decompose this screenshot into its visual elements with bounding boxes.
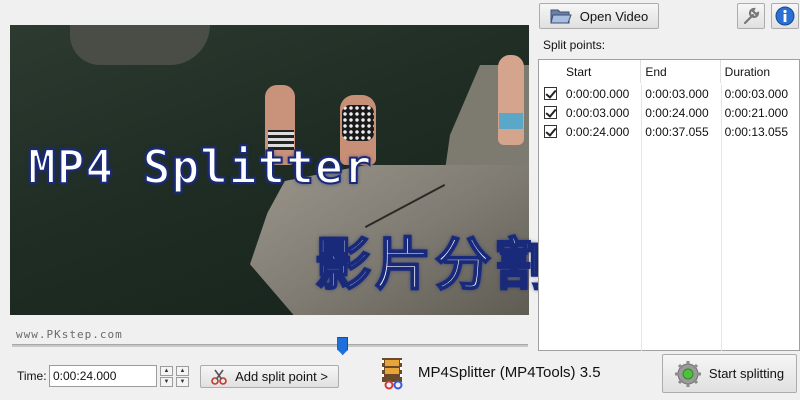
list-header: Start End Duration <box>539 60 799 84</box>
table-row[interactable]: 0:00:24.000 0:00:37.055 0:00:13.055 <box>539 122 799 141</box>
add-split-point-button[interactable]: Add split point > <box>200 365 339 388</box>
table-row[interactable]: 0:00:03.000 0:00:24.000 0:00:21.000 <box>539 103 799 122</box>
open-video-label: Open Video <box>579 8 649 24</box>
film-scissors-icon <box>382 358 403 390</box>
split-points-list[interactable]: Start End Duration 0:00:00.000 0:00:03.0… <box>538 59 800 352</box>
overlay-title: MP4 Splitter <box>27 139 373 195</box>
start-splitting-label: Start splitting <box>708 366 785 381</box>
cell-duration: 0:00:13.055 <box>724 124 789 139</box>
spin-down-icon[interactable]: ▼ <box>160 377 173 387</box>
open-video-button[interactable]: Open Video <box>539 3 659 29</box>
split-points-label: Split points: <box>543 38 606 52</box>
start-splitting-button[interactable]: Start splitting <box>662 354 797 393</box>
column-header-end[interactable]: End <box>641 60 721 83</box>
column-header-start[interactable]: Start <box>539 60 642 83</box>
spin-up-icon[interactable]: ▲ <box>176 366 189 376</box>
row-checkbox[interactable] <box>544 125 557 138</box>
folder-open-icon <box>550 9 572 24</box>
info-icon <box>775 6 795 26</box>
gear-go-icon <box>674 360 701 387</box>
cell-end: 0:00:24.000 <box>645 105 709 120</box>
app-name: MP4Splitter (MP4Tools) 3.5 <box>418 364 601 381</box>
row-checkbox[interactable] <box>544 106 557 119</box>
swimsuit <box>499 113 523 129</box>
cell-start: 0:00:03.000 <box>565 105 630 120</box>
spin-up-icon[interactable]: ▲ <box>160 366 173 376</box>
watermark: www.PKstep.com <box>16 328 123 341</box>
wrench-icon <box>743 7 760 25</box>
seek-bar[interactable] <box>12 344 528 347</box>
scissors-icon <box>211 369 227 385</box>
cell-start: 0:00:24.000 <box>565 124 630 139</box>
swimsuit <box>342 105 374 141</box>
row-checkbox[interactable] <box>544 87 557 100</box>
seek-thumb[interactable] <box>337 337 349 355</box>
rock-shape <box>70 25 210 65</box>
cell-duration: 0:00:03.000 <box>724 86 789 101</box>
spin-down-icon[interactable]: ▼ <box>176 377 189 387</box>
time-label: Time: <box>17 369 47 383</box>
list-rows: 0:00:00.000 0:00:03.000 0:00:03.000 0:00… <box>539 84 799 352</box>
cell-duration: 0:00:21.000 <box>724 105 789 120</box>
table-row[interactable]: 0:00:00.000 0:00:03.000 0:00:03.000 <box>539 84 799 103</box>
time-input[interactable] <box>49 365 157 387</box>
person-figure <box>498 55 524 145</box>
settings-button[interactable] <box>737 3 765 29</box>
cell-start: 0:00:00.000 <box>565 86 630 101</box>
cell-end: 0:00:37.055 <box>645 124 709 139</box>
add-split-point-label: Add split point > <box>235 369 328 384</box>
column-header-duration[interactable]: Duration <box>721 60 799 83</box>
about-button[interactable] <box>771 3 799 29</box>
cell-end: 0:00:03.000 <box>645 86 709 101</box>
